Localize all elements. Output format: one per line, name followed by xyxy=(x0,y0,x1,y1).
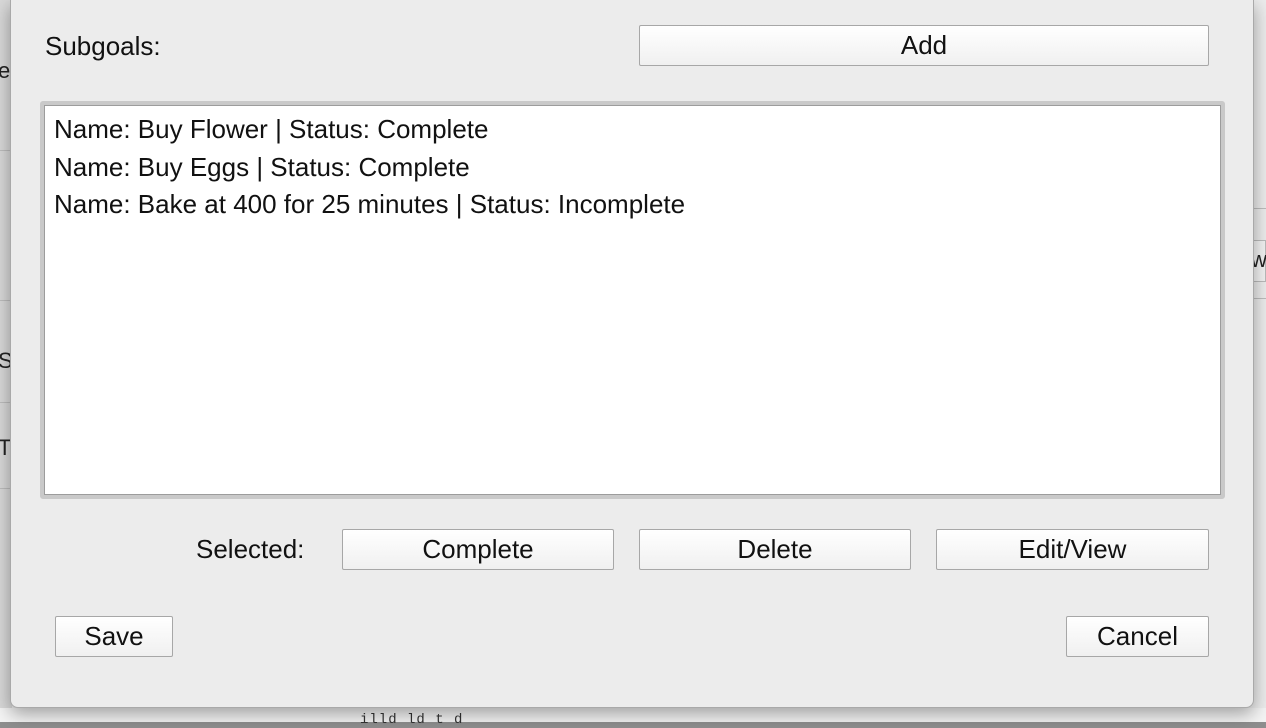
background-bottom-area xyxy=(0,708,1266,722)
delete-button[interactable]: Delete xyxy=(639,529,911,570)
cancel-button[interactable]: Cancel xyxy=(1066,616,1209,657)
subgoals-list[interactable]: Name: Buy Flower | Status: Complete Name… xyxy=(40,101,1225,499)
complete-button[interactable]: Complete xyxy=(342,529,614,570)
background-divider xyxy=(1252,208,1266,209)
save-button[interactable]: Save xyxy=(55,616,173,657)
add-button[interactable]: Add xyxy=(639,25,1209,66)
subgoals-dialog: Subgoals: Add Name: Buy Flower | Status:… xyxy=(10,0,1254,708)
subgoals-label: Subgoals: xyxy=(45,31,161,61)
list-item[interactable]: Name: Bake at 400 for 25 minutes | Statu… xyxy=(54,186,1211,224)
edit-view-button[interactable]: Edit/View xyxy=(936,529,1209,570)
selected-label: Selected: xyxy=(196,534,305,564)
list-item[interactable]: Name: Buy Flower | Status: Complete xyxy=(54,111,1211,149)
background-divider xyxy=(1252,298,1266,299)
background-right-control: w xyxy=(1251,240,1266,282)
list-item[interactable]: Name: Buy Eggs | Status: Complete xyxy=(54,149,1211,187)
background-bottom-text: illd ld t d xyxy=(360,712,464,728)
background-text-fragment: e xyxy=(0,58,11,83)
